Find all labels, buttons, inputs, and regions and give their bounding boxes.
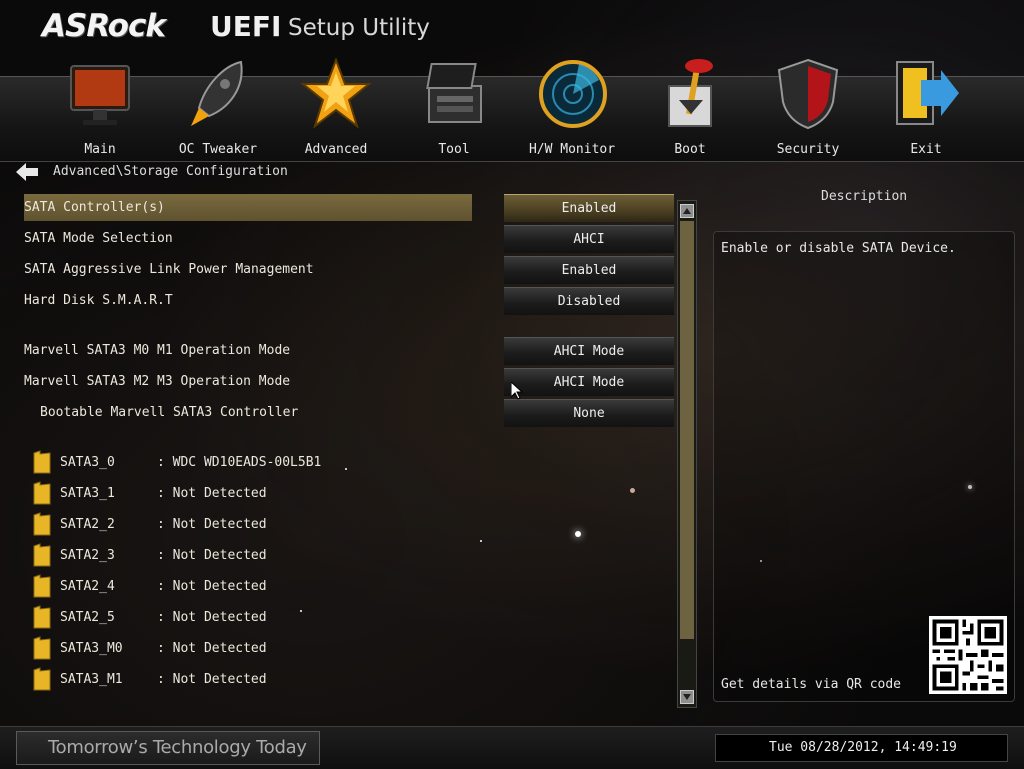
device-status: : Not Detected (157, 641, 267, 656)
back-arrow-icon[interactable] (16, 163, 38, 181)
setting-sata-mode-selection[interactable]: SATA Mode Selection (24, 231, 173, 246)
mouse-cursor-icon (511, 382, 523, 400)
rocket-icon (191, 60, 243, 126)
menu-label: Tool (438, 142, 470, 157)
menu-oc-tweaker[interactable]: OC Tweaker (159, 56, 277, 157)
setting-marvell-m2-m3-mode[interactable]: Marvell SATA3 M2 M3 Operation Mode (24, 374, 290, 389)
folder-icon (33, 450, 51, 474)
title-uefi: UEFI (210, 10, 282, 43)
breadcrumb: Advanced\Storage Configuration (53, 164, 288, 179)
setting-sata-controllers[interactable]: SATA Controller(s) (24, 200, 165, 215)
brand-logo: ASRock (42, 8, 166, 44)
menu-label: Main (84, 142, 116, 157)
menu-boot[interactable]: Boot (631, 56, 749, 157)
device-name: SATA3_0 (60, 455, 115, 470)
tagline: Tomorrow’s Technology Today (48, 737, 307, 758)
exit-icon (896, 61, 959, 125)
scroll-down-button[interactable] (680, 690, 694, 704)
menu-label: H/W Monitor (528, 142, 616, 157)
value-sata-mode-selection[interactable]: AHCI (504, 225, 674, 253)
folder-icon (33, 636, 51, 660)
device-name: SATA2_3 (60, 548, 115, 563)
menu-label: OC Tweaker (178, 142, 258, 157)
menu-main[interactable]: Main (41, 56, 159, 157)
scrollbar-thumb[interactable] (680, 221, 694, 639)
device-status: : WDC WD10EADS-00L5B1 (157, 455, 322, 470)
folder-icon (33, 543, 51, 567)
device-name: SATA2_2 (60, 517, 115, 532)
device-name: SATA3_M0 (60, 641, 123, 656)
monitor-icon (70, 65, 130, 125)
setting-bootable-marvell-controller[interactable]: Bootable Marvell SATA3 Controller (40, 405, 298, 420)
menu-label: Exit (910, 142, 942, 157)
device-name: SATA2_5 (60, 610, 115, 625)
star-icon (301, 57, 371, 129)
folder-icon (33, 667, 51, 691)
value-bootable-marvell-controller[interactable]: None (504, 399, 674, 427)
chevron-down-icon (683, 694, 691, 700)
menu-label: Security (776, 142, 840, 157)
setting-hard-disk-smart[interactable]: Hard Disk S.M.A.R.T (24, 293, 173, 308)
setting-marvell-m0-m1-mode[interactable]: Marvell SATA3 M0 M1 Operation Mode (24, 343, 290, 358)
background-star (300, 610, 302, 612)
qr-caption: Get details via QR code (721, 677, 902, 692)
title-setup-utility: Setup Utility (288, 15, 430, 41)
device-status: : Not Detected (157, 517, 267, 532)
menu-label: Boot (674, 142, 706, 157)
chevron-up-icon (683, 208, 691, 214)
value-marvell-m0-m1-mode[interactable]: AHCI Mode (504, 337, 674, 365)
value-hard-disk-smart[interactable]: Disabled (504, 287, 674, 315)
setting-sata-alpm[interactable]: SATA Aggressive Link Power Management (24, 262, 314, 277)
background-star (575, 531, 581, 537)
scrollbar[interactable] (677, 200, 697, 708)
device-status: : Not Detected (157, 548, 267, 563)
description-title: Description (821, 189, 908, 204)
background-star (630, 488, 635, 493)
value-sata-alpm[interactable]: Enabled (504, 256, 674, 284)
device-name: SATA2_4 (60, 579, 115, 594)
device-status: : Not Detected (157, 579, 267, 594)
radar-icon (539, 60, 607, 128)
device-name: SATA3_1 (60, 486, 115, 501)
toolbox-icon (426, 63, 482, 123)
boot-lever-icon (668, 59, 713, 127)
scroll-up-button[interactable] (680, 204, 694, 218)
device-status: : Not Detected (157, 610, 267, 625)
folder-icon (33, 481, 51, 505)
device-status: : Not Detected (157, 672, 267, 687)
menu-label: Advanced (304, 142, 368, 157)
date-time: Tue 08/28/2012, 14:49:19 (769, 740, 957, 755)
description-text: Enable or disable SATA Device. (721, 241, 956, 256)
background-star (480, 540, 482, 542)
folder-icon (33, 512, 51, 536)
background-star (345, 468, 347, 470)
value-marvell-m2-m3-mode[interactable]: AHCI Mode (504, 368, 674, 396)
menu-hw-monitor[interactable]: H/W Monitor (513, 56, 631, 157)
menu-tool[interactable]: Tool (395, 56, 513, 157)
menu-security[interactable]: Security (749, 56, 867, 157)
menu-exit[interactable]: Exit (867, 56, 985, 157)
folder-icon (33, 574, 51, 598)
device-status: : Not Detected (157, 486, 267, 501)
folder-icon (33, 605, 51, 629)
value-sata-controllers[interactable]: Enabled (504, 194, 674, 222)
shield-icon (777, 58, 839, 130)
device-name: SATA3_M1 (60, 672, 123, 687)
qr-code-icon (929, 616, 1007, 694)
menu-advanced[interactable]: Advanced (277, 56, 395, 157)
